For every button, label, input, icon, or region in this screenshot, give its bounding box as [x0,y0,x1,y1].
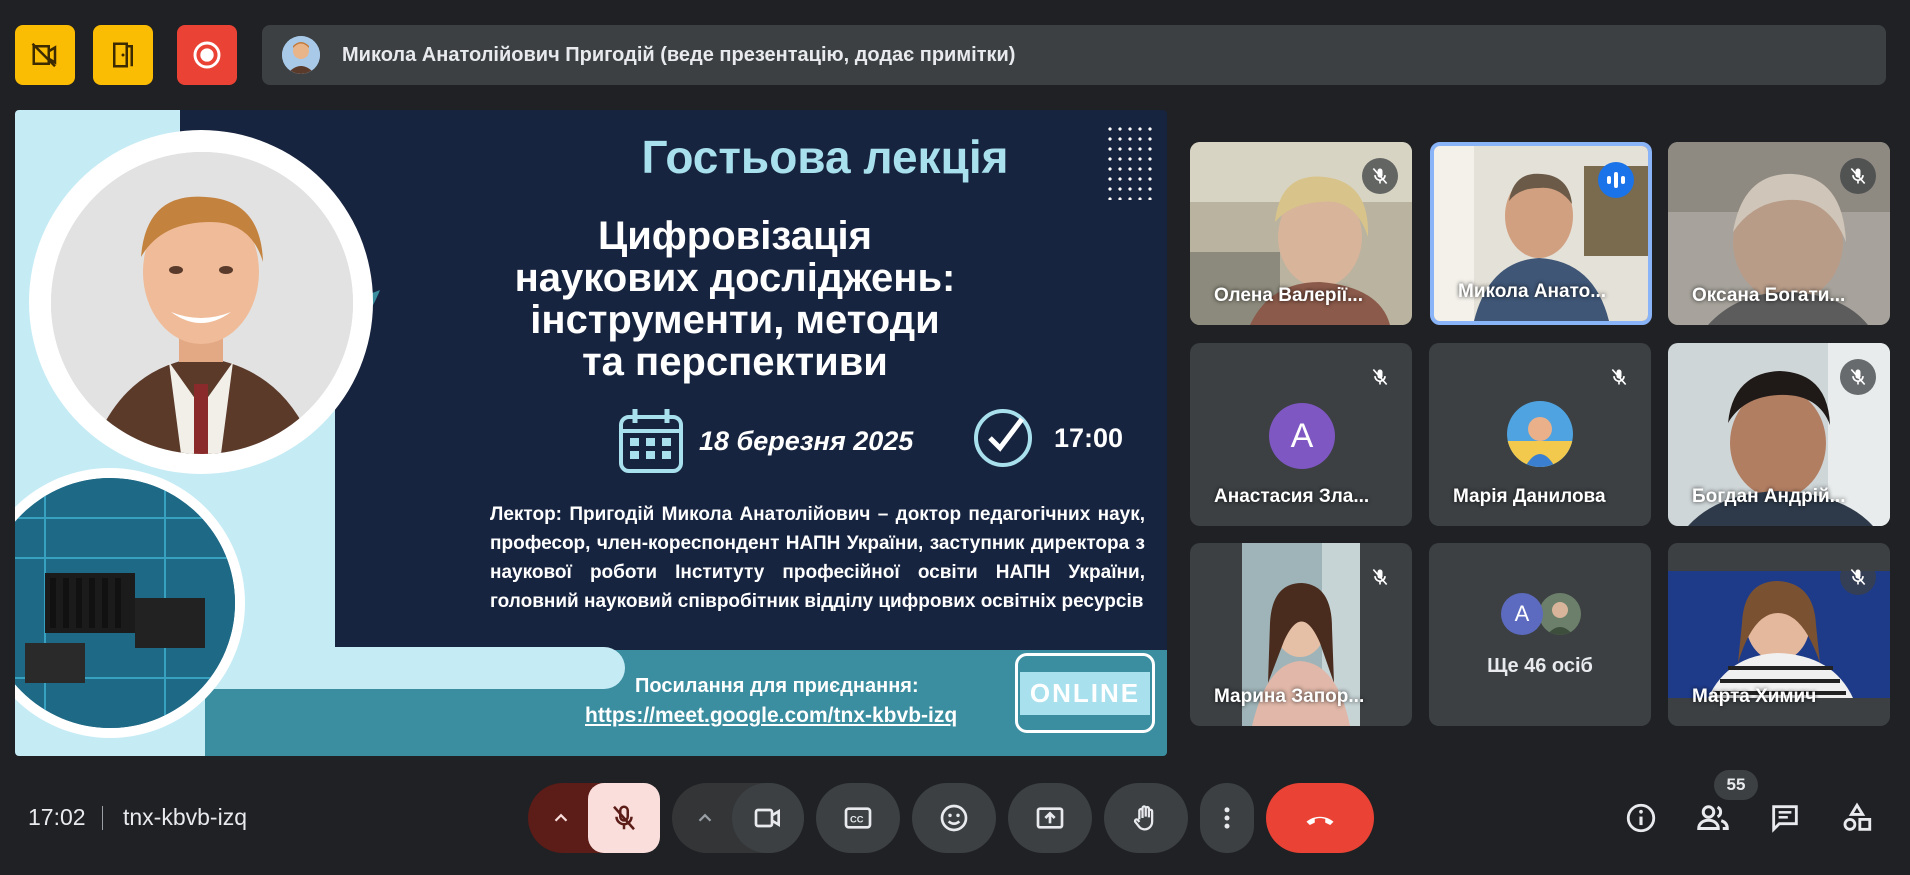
clock: 17:02 [28,804,86,830]
meeting-details-button[interactable] [1618,795,1664,841]
mic-off-icon [1372,568,1388,586]
chevron-up-icon [698,813,712,822]
calendar-icon [619,409,683,473]
meeting-code: tnx-kbvb-izq [123,804,247,830]
event-date-text: 18 березня 2025 [699,425,914,456]
breakout-room-button[interactable] [93,25,153,85]
end-call-icon [1306,816,1334,826]
participant-tile-active-speaker[interactable]: Микола Анато... [1430,142,1652,325]
avatar [1539,593,1581,635]
participant-name: Олена Валерії... [1214,285,1363,306]
subtitle-line: та перспективи [582,340,888,384]
participant-tile[interactable]: Олена Валерії... [1190,142,1412,325]
more-participants-tile[interactable]: A Ще 46 осіб [1429,543,1651,726]
lecturer-photo [51,152,353,454]
captions-icon: CC [844,807,872,829]
event-time: 17:00 [970,405,1123,471]
people-button[interactable] [1690,795,1736,841]
leave-call-button[interactable] [1266,783,1374,853]
mic-off-indicator [1362,559,1398,595]
participant-name: Богдан Андрій... [1692,486,1846,507]
lecturer-info: Лектор: Пригодій Микола Анатолійович – д… [490,504,1145,612]
chat-icon [1772,805,1798,833]
presentation-slide: Гостьова лекція Цифровізація наукових до… [15,110,1167,756]
mic-off-indicator [1362,359,1398,395]
mic-off-icon [1372,368,1388,386]
captions-button[interactable]: CC [816,783,900,853]
camera-toggle-button[interactable] [732,783,804,853]
activities-icon [1843,802,1872,831]
speaking-indicator [1598,162,1634,198]
presenter-text: Микола Анатолійович Пригодій (веде презе… [342,43,1016,66]
participant-name: Марія Данилова [1453,486,1606,507]
more-options-button[interactable] [1200,783,1254,853]
participant-tile[interactable]: Богдан Андрій... [1668,343,1890,526]
join-label: Посилання для приєднання: [635,675,919,697]
subtitle-line: наукових досліджень: [514,256,956,300]
info-icon [1626,803,1656,833]
event-time-text: 17:00 [1054,422,1124,453]
participant-name: Анастасия Зла... [1214,486,1370,507]
mic-off-icon [1850,167,1866,185]
svg-text:CC: CC [850,815,864,825]
event-date: 18 березня 2025 [615,405,913,477]
divider [102,806,103,830]
mic-off-indicator [1840,559,1876,595]
raise-hand-button[interactable] [1104,783,1188,853]
online-label: ONLINE [1019,671,1151,715]
door-icon [113,42,133,68]
emoji-icon [940,804,968,832]
avatar: А [1269,403,1335,469]
slide-subtitle: Цифровізація наукових досліджень: інстру… [435,215,1035,383]
activities-button[interactable] [1834,795,1880,841]
participant-tile[interactable]: Оксана Богати... [1668,142,1890,325]
participant-tile[interactable]: Марта Химич [1668,543,1890,726]
no-video-icon [31,42,57,68]
join-link[interactable]: https://meet.google.com/tnx-kbvb-izq [585,704,957,728]
mic-off-indicator [1840,158,1876,194]
presenter-avatar [282,36,320,74]
participant-tile[interactable]: Марія Данилова [1429,343,1651,526]
participant-name: Микола Анато... [1458,281,1607,302]
more-participants-label: Ще 46 осіб [1487,655,1593,677]
chat-button[interactable] [1762,795,1808,841]
record-icon [193,41,221,69]
mic-off-icon [1850,368,1866,386]
subtitle-line: Цифровізація [597,214,873,258]
reactions-button[interactable] [912,783,996,853]
subtitle-line: інструменти, методи [530,298,940,342]
slide-title: Гостьова лекція [641,131,1009,183]
avatar [1507,401,1573,467]
mic-off-icon [1850,568,1866,586]
mic-off-indicator [1840,359,1876,395]
more-icon [1224,807,1230,829]
mic-off-indicator [1362,158,1398,194]
mic-toggle-button[interactable] [588,783,660,853]
mic-off-indicator [1601,359,1637,395]
raise-hand-icon [1133,805,1154,831]
no-video-button[interactable] [15,25,75,85]
presenter-banner[interactable]: Микола Анатолійович Пригодій (веде презе… [262,25,1886,85]
slide-decoration [195,647,625,689]
recording-button[interactable] [177,25,237,85]
participant-tile[interactable]: Марина Запор... [1190,543,1412,726]
people-icon [1697,805,1729,830]
camera-icon [754,808,780,828]
online-badge: ONLINE [1015,653,1155,733]
participant-name: Марина Запор... [1214,686,1365,707]
clock-check-icon [974,409,1032,467]
mic-off-icon [1372,167,1388,185]
avatar: A [1501,593,1543,635]
present-icon [1036,807,1064,829]
chevron-up-icon [554,813,568,822]
present-button[interactable] [1008,783,1092,853]
participant-name: Оксана Богати... [1692,285,1846,306]
mic-off-icon [1611,368,1627,386]
participant-name: Марта Химич [1692,686,1817,707]
mic-off-icon [613,805,635,831]
participant-tile[interactable]: А Анастасия Зла... [1190,343,1412,526]
